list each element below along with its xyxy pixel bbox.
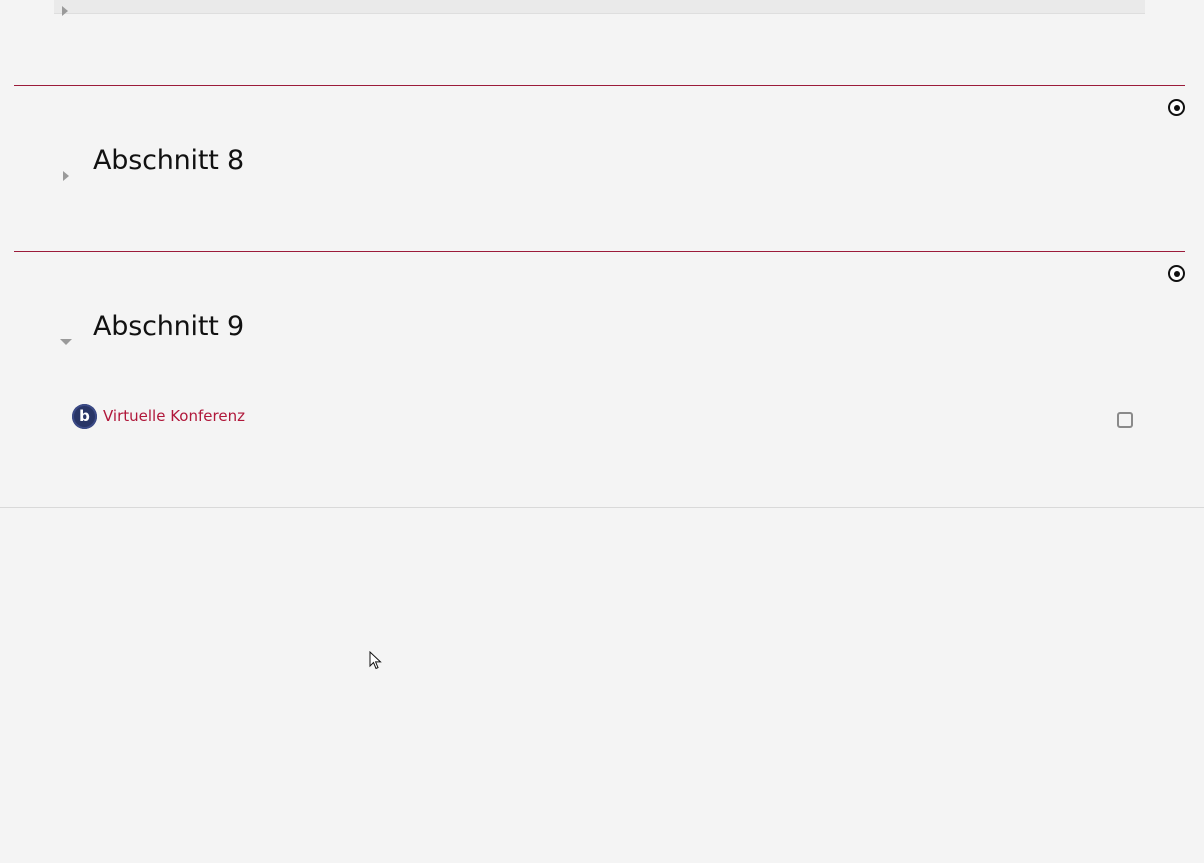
completion-checkbox[interactable] <box>1117 412 1133 428</box>
section-title[interactable]: Abschnitt 8 <box>93 145 244 176</box>
section-title[interactable]: Abschnitt 9 <box>93 311 244 342</box>
caret-right-icon[interactable] <box>63 171 69 181</box>
activity-link[interactable]: Virtuelle Konferenz <box>103 407 245 425</box>
caret-right-icon[interactable] <box>62 6 68 16</box>
caret-down-icon[interactable] <box>60 339 72 345</box>
target-icon[interactable] <box>1168 265 1185 282</box>
content-divider <box>0 507 1204 508</box>
section-divider <box>14 251 1185 252</box>
section-divider <box>14 85 1185 86</box>
bigbluebutton-icon: b <box>72 403 97 429</box>
course-page: Abschnitt 8 Abschnitt 9 b Virtuelle Konf… <box>0 0 1204 863</box>
activity-item: b Virtuelle Konferenz <box>72 403 245 429</box>
target-icon[interactable] <box>1168 99 1185 116</box>
previous-section-bar <box>54 0 1145 14</box>
mouse-cursor-icon <box>369 651 382 670</box>
